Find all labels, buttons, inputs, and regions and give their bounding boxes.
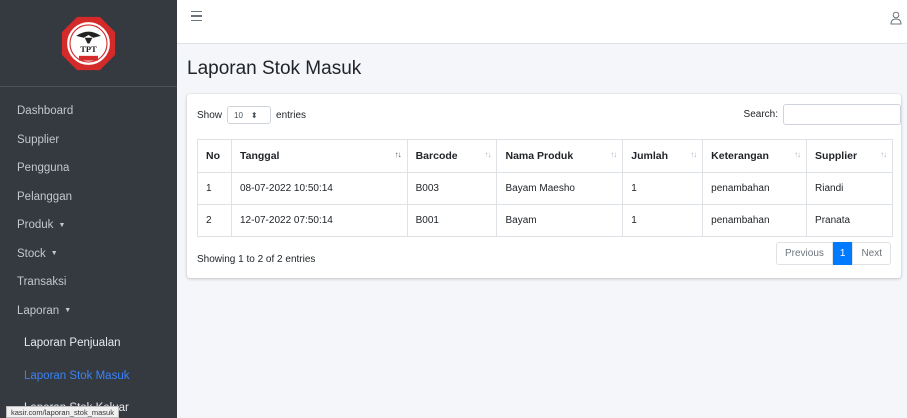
cell-jumlah: 1 [622,172,704,205]
sidebar-item-label: Pelanggan [17,190,72,203]
page-title: Laporan Stok Masuk [187,58,362,79]
sort-icon: ↑↓ [690,150,697,159]
sidebar-item-label: Produk [17,219,54,232]
entries-length-control: Show 10 ⬍ entries [197,106,306,124]
column-header-label: Tanggal [239,150,280,162]
main-content: Laporan Stok Masuk Show 10 ⬍ entries Sea… [177,44,907,418]
entries-length-value: 10 [234,110,243,120]
column-header-label: Nama Produk [505,150,574,162]
cell-keterangan: penambahan [702,172,808,205]
status-bar-url: kasir.com/laporan_stok_masuk [6,406,119,418]
sidebar-subitem-laporan-penjualan[interactable]: Laporan Penjualan [0,325,177,361]
search-control: Search: [744,104,901,125]
cell-barcode: B001 [406,204,498,237]
column-header-label: Keterangan [711,150,769,162]
column-header-no[interactable]: No [197,139,232,173]
sort-icon: ↑↓ [394,150,402,159]
next-page-button[interactable]: Next [852,242,891,265]
search-input[interactable] [783,104,901,125]
sidebar-item-dashboard[interactable]: Dashboard [0,97,177,126]
cell-nama-produk: Bayam [496,204,624,237]
column-header-label: Barcode [415,150,458,162]
column-header-jumlah[interactable]: Jumlah ↑↓ [622,139,704,173]
sort-icon: ↑↓ [610,150,617,159]
column-header-label: No [206,150,220,162]
sidebar-item-label: Pengguna [17,162,70,175]
cell-supplier: Riandi [806,172,893,205]
column-header-label: Supplier [815,150,858,162]
sidebar-item-label: Dashboard [17,105,74,118]
sidebar-menu: Dashboard Supplier Pengguna Pelanggan Pr… [0,87,177,418]
sidebar-item-label: Supplier [17,133,60,146]
brand-area[interactable]: TPT [0,0,177,87]
sidebar-item-label: Laporan Penjualan [24,337,121,349]
entries-label: entries [276,109,307,121]
user-icon[interactable] [890,11,902,25]
cell-tanggal: 08-07-2022 10:50:14 [230,172,408,205]
column-header-nama-produk[interactable]: Nama Produk ↑↓ [496,139,624,173]
page-1-button[interactable]: 1 [832,242,853,265]
cell-tanggal: 12-07-2022 07:50:14 [230,204,408,237]
search-label: Search: [743,109,778,120]
caret-down-icon: ▼ [64,307,72,315]
select-arrows-icon: ⬍ [250,110,258,120]
show-label: Show [197,109,223,121]
sidebar-subitem-laporan-stok-masuk[interactable]: Laporan Stok Masuk [0,361,177,391]
table-row: 2 12-07-2022 07:50:14 B001 Bayam 1 penam… [197,204,893,237]
tpt-logo: TPT [61,16,116,70]
table-row: 1 08-07-2022 10:50:14 B003 Bayam Maesho … [197,172,893,205]
column-header-barcode[interactable]: Barcode ↑↓ [406,139,498,173]
sidebar-item-label: Transaksi [17,276,67,289]
cell-jumlah: 1 [622,204,704,237]
cell-no: 2 [197,204,232,237]
svg-text:TPT: TPT [80,44,97,54]
pagination: Previous 1 Next [775,242,891,265]
sidebar-item-produk[interactable]: Produk ▼ [0,211,177,240]
column-header-supplier[interactable]: Supplier ↑↓ [806,139,893,173]
sidebar-item-pelanggan[interactable]: Pelanggan [0,183,177,212]
sidebar: TPT Dashboard Supplier Pengguna Pelangga… [0,0,177,418]
column-header-label: Jumlah [631,150,668,162]
cell-keterangan: penambahan [702,204,808,237]
top-navbar [177,0,907,44]
entries-length-select[interactable]: 10 ⬍ [227,106,272,124]
sidebar-item-transaksi[interactable]: Transaksi [0,268,177,297]
sidebar-item-supplier[interactable]: Supplier [0,126,177,155]
sort-icon: ↑↓ [880,150,887,159]
cell-no: 1 [197,172,232,205]
stock-in-table: No Tanggal ↑↓ Barcode ↑↓ Nama Produk ↑↓ Jum… [197,139,893,237]
cell-supplier: Pranata [806,204,893,237]
sidebar-item-label: Laporan [17,304,60,317]
cell-nama-produk: Bayam Maesho [496,172,624,205]
cell-barcode: B003 [406,172,498,205]
sidebar-item-label: Laporan Stok Masuk [24,370,130,382]
caret-down-icon: ▼ [50,250,58,258]
caret-down-icon: ▼ [58,221,66,229]
table-info: Showing 1 to 2 of 2 entries [197,254,316,265]
sidebar-item-label: Stock [17,247,46,260]
report-card: Show 10 ⬍ entries Search: No Tanggal ↑↓ B… [187,94,901,278]
sidebar-item-laporan[interactable]: Laporan ▼ [0,297,177,326]
sort-icon: ↑↓ [794,150,801,159]
column-header-tanggal[interactable]: Tanggal ↑↓ [230,139,408,173]
previous-page-button[interactable]: Previous [775,242,833,265]
sort-icon: ↑↓ [484,150,491,159]
sidebar-item-pengguna[interactable]: Pengguna [0,154,177,183]
sidebar-item-stock[interactable]: Stock ▼ [0,240,177,269]
hamburger-menu-icon[interactable] [191,11,205,25]
table-header-row: No Tanggal ↑↓ Barcode ↑↓ Nama Produk ↑↓ Jum… [197,139,893,173]
column-header-keterangan[interactable]: Keterangan ↑↓ [702,139,808,173]
